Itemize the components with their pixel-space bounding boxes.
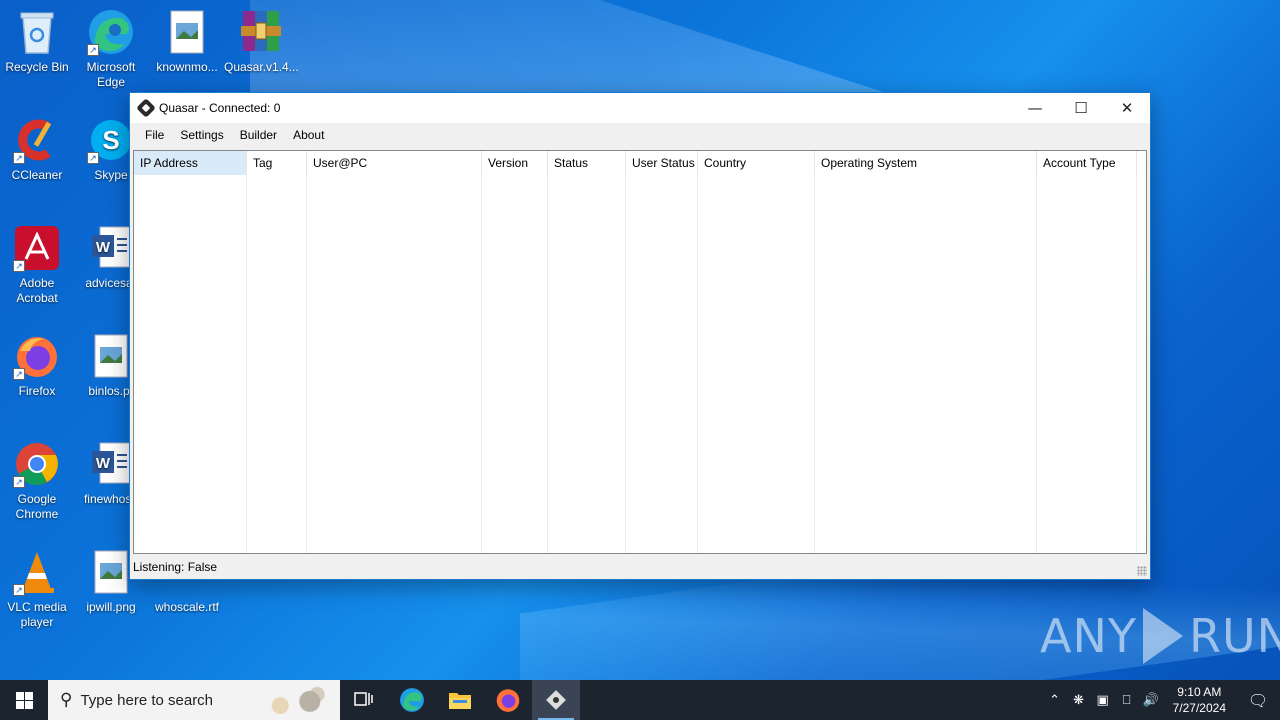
task-view-button[interactable] xyxy=(340,680,388,720)
edge-icon: ↗ xyxy=(87,8,135,56)
taskbar-search-box[interactable]: ⚲ Type here to search xyxy=(48,680,340,720)
firefox-icon: ↗ xyxy=(13,332,61,380)
anyrun-watermark: ANY RUN xyxy=(1040,608,1280,664)
image-file-icon xyxy=(87,548,135,596)
skype-icon: S ↗ xyxy=(87,116,135,164)
volume-icon[interactable]: 🔊 xyxy=(1139,693,1163,708)
vlc-icon: ↗ xyxy=(13,548,61,596)
menu-settings[interactable]: Settings xyxy=(172,123,231,148)
resize-grip-icon[interactable] xyxy=(1137,566,1147,576)
column-header-tag[interactable]: Tag xyxy=(247,151,307,175)
start-button[interactable] xyxy=(0,680,48,720)
watermark-any: ANY xyxy=(1040,609,1137,663)
chevron-up-icon[interactable]: ⌃ xyxy=(1043,693,1067,708)
desktop-icon-label: ipwill.png xyxy=(86,600,136,614)
image-file-icon xyxy=(163,8,211,56)
desktop-icon-adobe-acrobat[interactable]: ↗ Adobe Acrobat xyxy=(0,224,74,306)
desktop-icon-label: Quasar.v1.4.... xyxy=(224,60,298,74)
taskbar-edge[interactable] xyxy=(388,680,436,720)
desktop-icon-label: knownmo... xyxy=(156,60,218,74)
window-titlebar[interactable]: Quasar - Connected: 0 — ☐ ✕ xyxy=(130,93,1150,123)
desktop-icon-edge[interactable]: ↗ Microsoft Edge xyxy=(74,8,148,90)
column-header-user-pc[interactable]: User@PC xyxy=(307,151,482,175)
column-header-account-type[interactable]: Account Type xyxy=(1037,151,1137,175)
column-header-ip-address[interactable]: IP Address xyxy=(134,151,247,175)
svg-text:W: W xyxy=(96,455,111,472)
notification-center-icon[interactable]: 🗨 xyxy=(1236,691,1280,710)
desktop-icon-knownmo[interactable]: knownmo... xyxy=(150,8,224,75)
clock-time: 9:10 AM xyxy=(1177,685,1222,699)
recycle-bin-icon xyxy=(13,8,61,56)
search-placeholder: Type here to search xyxy=(80,691,214,709)
menu-about[interactable]: About xyxy=(285,123,332,148)
desktop-icon-label: whoscale.rtf xyxy=(154,600,220,614)
desktop-icon-recycle-bin[interactable]: Recycle Bin xyxy=(0,8,74,75)
ccleaner-icon: ↗ xyxy=(13,116,61,164)
image-file-icon xyxy=(87,332,135,380)
taskbar-quasar[interactable] xyxy=(532,680,580,720)
system-tray: ⌃ ❋ ▣ ⎕ 🔊 9:10 AM 7/27/2024 🗨 xyxy=(1043,680,1280,720)
task-view-icon xyxy=(354,692,373,706)
quasar-app-icon xyxy=(546,690,566,710)
search-highlight-image xyxy=(258,686,332,714)
window-title: Quasar - Connected: 0 xyxy=(159,101,281,115)
column-header-operating-system[interactable]: Operating System xyxy=(815,151,1037,175)
desktop-icon-label: VLC media player xyxy=(7,600,67,629)
desktop-icon-label: Google Chrome xyxy=(15,492,59,521)
taskbar-file-explorer[interactable] xyxy=(436,680,484,720)
edge-icon xyxy=(400,688,424,712)
column-header-status[interactable]: Status xyxy=(548,151,626,175)
meet-now-icon[interactable]: ▣ xyxy=(1091,693,1115,708)
acrobat-icon: ↗ xyxy=(13,224,61,272)
folder-icon xyxy=(449,693,471,709)
taskbar: ⚲ Type here to search ⌃ ❋ ▣ ⎕ 🔊 9:10 AM … xyxy=(0,680,1280,720)
svg-text:S: S xyxy=(102,125,119,155)
quasar-tray-icon[interactable]: ❋ xyxy=(1067,693,1091,708)
close-button[interactable]: ✕ xyxy=(1104,93,1150,123)
listening-status: Listening: False xyxy=(133,560,218,574)
desktop-icon-firefox[interactable]: ↗ Firefox xyxy=(0,332,74,399)
maximize-button[interactable]: ☐ xyxy=(1058,93,1104,123)
play-icon xyxy=(1142,608,1183,664)
desktop-icon-google-chrome[interactable]: ↗ Google Chrome xyxy=(0,440,74,522)
minimize-button[interactable]: — xyxy=(1012,93,1058,123)
quasar-app-icon xyxy=(136,98,156,118)
list-header: IP Address Tag User@PC Version Status Us… xyxy=(134,151,1146,175)
word-doc-icon: W xyxy=(87,440,135,488)
clock-date: 7/27/2024 xyxy=(1172,701,1226,715)
desktop-icon-label: Firefox xyxy=(18,384,56,398)
taskbar-firefox[interactable] xyxy=(484,680,532,720)
quasar-window[interactable]: Quasar - Connected: 0 — ☐ ✕ File Setting… xyxy=(129,92,1151,580)
firefox-icon xyxy=(496,689,520,712)
desktop-icon-label: Recycle Bin xyxy=(5,60,69,74)
search-icon: ⚲ xyxy=(60,690,73,709)
list-body xyxy=(134,175,1146,553)
menu-file[interactable]: File xyxy=(137,123,172,148)
word-doc-icon: W xyxy=(87,224,135,272)
desktop-icon-vlc[interactable]: ↗ VLC media player xyxy=(0,548,74,630)
column-header-user-status[interactable]: User Status xyxy=(626,151,698,175)
svg-text:W: W xyxy=(96,239,111,256)
menu-bar: File Settings Builder About xyxy=(130,123,1150,148)
windows-logo-icon xyxy=(15,691,33,709)
desktop-icon-label: Microsoft Edge xyxy=(86,60,136,89)
column-header-country[interactable]: Country xyxy=(698,151,815,175)
winrar-archive-icon xyxy=(237,8,285,56)
network-icon[interactable]: ⎕ xyxy=(1115,693,1139,708)
desktop-icon-label: CCleaner xyxy=(11,168,63,182)
menu-builder[interactable]: Builder xyxy=(232,123,285,148)
desktop-icon-quasar-archive[interactable]: Quasar.v1.4.... xyxy=(224,8,298,75)
watermark-run: RUN xyxy=(1188,609,1280,663)
desktop-icon-label: Adobe Acrobat xyxy=(16,276,58,305)
status-bar: Listening: False xyxy=(130,555,1150,579)
desktop-icon-ccleaner[interactable]: ↗ CCleaner xyxy=(0,116,74,183)
clients-list-view[interactable]: IP Address Tag User@PC Version Status Us… xyxy=(133,150,1147,554)
chrome-icon: ↗ xyxy=(13,440,61,488)
column-header-version[interactable]: Version xyxy=(482,151,548,175)
clock[interactable]: 9:10 AM 7/27/2024 xyxy=(1163,684,1236,716)
